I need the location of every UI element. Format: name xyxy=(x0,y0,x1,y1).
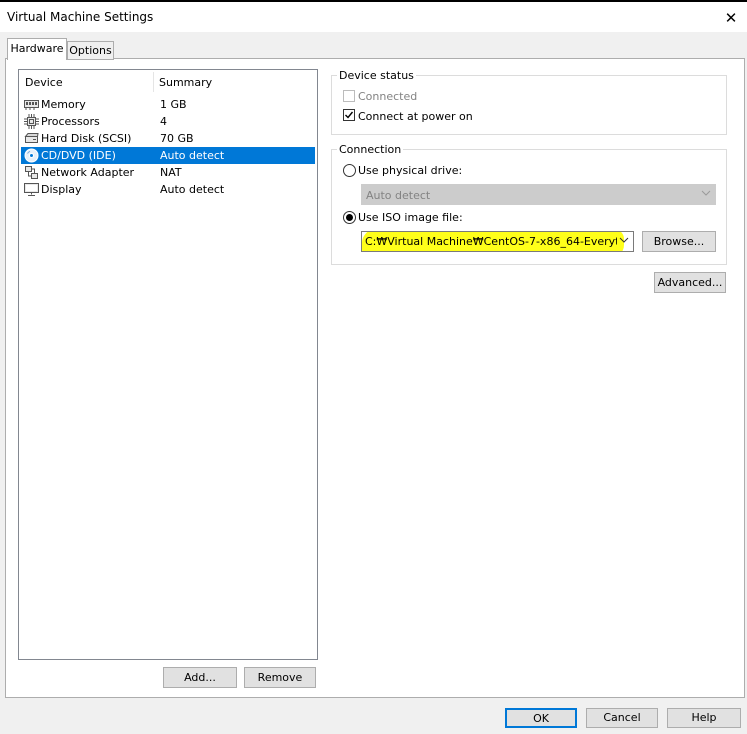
display-icon xyxy=(24,182,39,197)
title-bar: Virtual Machine Settings ✕ xyxy=(0,2,747,32)
close-icon[interactable]: ✕ xyxy=(718,6,744,30)
physical-drive-value: Auto detect xyxy=(366,189,431,202)
connect-at-power-on-checkbox[interactable] xyxy=(343,109,355,121)
chevron-down-icon xyxy=(701,188,711,201)
connection-legend: Connection xyxy=(337,143,404,156)
device-summary: 1 GB xyxy=(160,98,187,111)
ok-button[interactable]: OK xyxy=(505,708,577,728)
checkmark-icon xyxy=(345,111,354,119)
column-header-device[interactable]: Device xyxy=(25,76,63,89)
use-physical-drive-label: Use physical drive: xyxy=(358,164,463,177)
device-status-legend: Device status xyxy=(337,69,416,82)
device-row-display[interactable]: Display Auto detect xyxy=(21,181,315,198)
tab-hardware[interactable]: Hardware xyxy=(7,38,67,60)
device-name: Memory xyxy=(41,98,86,111)
device-name: Display xyxy=(41,183,82,196)
advanced-button[interactable]: Advanced... xyxy=(654,272,726,293)
connect-at-power-on-label: Connect at power on xyxy=(358,110,473,123)
device-name: Hard Disk (SCSI) xyxy=(41,132,132,145)
cd-dvd-icon xyxy=(24,148,39,163)
connected-checkbox[interactable] xyxy=(343,90,355,102)
device-name: Network Adapter xyxy=(41,166,135,179)
device-row-memory[interactable]: Memory 1 GB xyxy=(21,96,315,113)
device-name: Processors xyxy=(41,115,100,128)
device-summary: NAT xyxy=(160,166,182,179)
hard-disk-icon xyxy=(24,131,39,146)
physical-drive-select[interactable]: Auto detect xyxy=(361,184,716,205)
connected-label: Connected xyxy=(358,90,418,103)
memory-icon xyxy=(24,97,39,112)
device-name: CD/DVD (IDE) xyxy=(41,149,116,162)
device-summary: 4 xyxy=(160,115,167,128)
device-summary: Auto detect xyxy=(160,183,225,196)
browse-button[interactable]: Browse... xyxy=(642,231,716,252)
window-title: Virtual Machine Settings xyxy=(7,10,154,24)
use-iso-image-radio[interactable] xyxy=(343,211,356,224)
device-summary: Auto detect xyxy=(160,149,225,162)
device-status-group xyxy=(331,75,727,135)
add-device-button[interactable]: Add... xyxy=(163,667,237,688)
device-row-network-adapter[interactable]: Network Adapter NAT xyxy=(21,164,315,181)
column-separator[interactable] xyxy=(153,72,154,92)
help-button[interactable]: Help xyxy=(667,708,741,728)
chevron-down-icon[interactable] xyxy=(619,235,629,248)
device-row-processors[interactable]: Processors 4 xyxy=(21,113,315,130)
radio-selected-dot xyxy=(346,214,353,221)
tab-options[interactable]: Options xyxy=(67,41,114,60)
cancel-button[interactable]: Cancel xyxy=(586,708,658,728)
device-list: Device Summary Memory 1 GB Processors 4 … xyxy=(18,69,318,660)
remove-device-button[interactable]: Remove xyxy=(244,667,316,688)
processor-icon xyxy=(24,114,39,129)
use-physical-drive-radio[interactable] xyxy=(343,164,356,177)
device-row-cd-dvd[interactable]: CD/DVD (IDE) Auto detect xyxy=(21,147,315,164)
use-iso-image-label: Use ISO image file: xyxy=(358,211,463,224)
iso-path-combobox[interactable]: C:₩Virtual Machine₩CentOS-7-x86_64-Every… xyxy=(361,231,634,252)
device-row-hard-disk[interactable]: Hard Disk (SCSI) 70 GB xyxy=(21,130,315,147)
column-header-summary[interactable]: Summary xyxy=(159,76,212,89)
iso-path-value: C:₩Virtual Machine₩CentOS-7-x86_64-Every… xyxy=(365,235,617,248)
network-adapter-icon xyxy=(24,165,39,180)
device-summary: 70 GB xyxy=(160,132,194,145)
